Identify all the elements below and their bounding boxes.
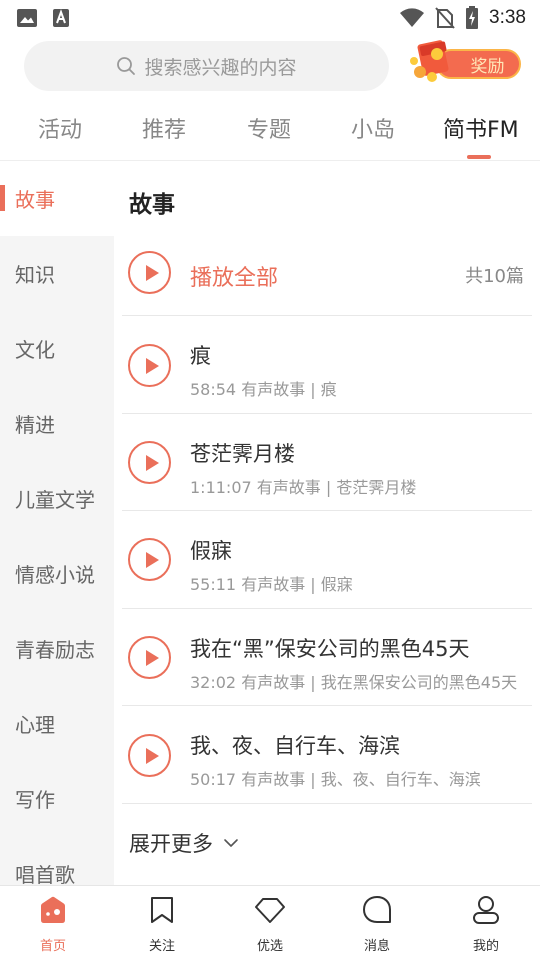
status-bar: 3:38 (0, 0, 540, 36)
expand-more-button[interactable]: 展开更多 (129, 828, 239, 858)
category-label: 唱首歌 (15, 863, 75, 885)
category-label: 儿童文学 (15, 488, 95, 512)
item-title: 假寐 (190, 539, 232, 563)
category-label: 知识 (15, 263, 55, 287)
nav-label: 首页 (39, 939, 66, 954)
category-item-romance-novel[interactable]: 情感小说 (0, 536, 114, 611)
category-item-children-literature[interactable]: 儿童文学 (0, 461, 114, 536)
nav-item-following[interactable]: 关注 (122, 886, 202, 960)
content-panel: 故事 播放全部 共10篇 痕 58:54 有声故事 | 痕 苍茫霁月楼 1:11… (114, 161, 540, 885)
home-icon (41, 896, 65, 923)
top-tabs: 活动 推荐 专题 小岛 简书FM (0, 104, 540, 160)
image-icon (17, 9, 37, 27)
play-all-icon[interactable] (128, 251, 171, 294)
search-icon (117, 57, 136, 75)
list-item[interactable]: 苍茫霁月楼 1:11:07 有声故事 | 苍茫霁月楼 (122, 414, 532, 511)
chevron-down-icon (224, 839, 238, 847)
chat-bubble-icon (363, 896, 391, 923)
play-all-count: 共10篇 (465, 266, 524, 287)
wifi-icon (400, 8, 425, 27)
expand-more-label: 展开更多 (129, 832, 213, 856)
category-item-psychology[interactable]: 心理 (0, 686, 114, 761)
nav-label: 优选 (256, 939, 283, 954)
tab-jianshu-fm[interactable]: 简书FM (443, 112, 519, 144)
category-label: 青春励志 (15, 638, 95, 662)
category-item-knowledge[interactable]: 知识 (0, 236, 114, 311)
reward-button[interactable]: 奖励 (406, 40, 521, 86)
list-item[interactable]: 我、夜、自行车、海滨 50:17 有声故事 | 我、夜、自行车、海滨 (122, 706, 532, 804)
list-item[interactable]: 痕 58:54 有声故事 | 痕 (122, 316, 532, 414)
item-title: 我、夜、自行车、海滨 (190, 734, 400, 758)
item-meta: 1:11:07 有声故事 | 苍茫霁月楼 (190, 478, 417, 497)
category-label: 心理 (15, 713, 55, 737)
nav-label: 消息 (363, 939, 390, 954)
category-item-youth-inspiration[interactable]: 青春励志 (0, 611, 114, 686)
nav-label: 我的 (472, 939, 499, 954)
diamond-icon (255, 898, 285, 923)
no-sim-icon (435, 7, 455, 29)
play-icon[interactable] (128, 344, 171, 387)
status-time: 3:38 (489, 7, 526, 28)
list-item[interactable]: 我在“黑”保安公司的黑色45天 32:02 有声故事 | 我在黑保安公司的黑色4… (122, 609, 532, 706)
tab-topics[interactable]: 专题 (247, 112, 291, 144)
list-item[interactable]: 假寐 55:11 有声故事 | 假寐 (122, 511, 532, 609)
category-item-improvement[interactable]: 精进 (0, 386, 114, 461)
bookmark-icon (151, 897, 173, 923)
search-placeholder: 搜索感兴趣的内容 (144, 56, 297, 79)
item-meta: 55:11 有声故事 | 假寐 (190, 575, 353, 594)
section-title: 故事 (129, 192, 175, 218)
nav-item-featured[interactable]: 优选 (230, 886, 310, 960)
item-title: 痕 (190, 344, 211, 368)
tab-indicator (467, 155, 491, 159)
battery-charging-icon (466, 6, 479, 29)
nav-item-home[interactable]: 首页 (13, 886, 93, 960)
tab-activity[interactable]: 活动 (38, 112, 82, 144)
nav-item-profile[interactable]: 我的 (446, 886, 526, 960)
category-item-story[interactable]: 故事 (0, 161, 114, 236)
category-active-marker (0, 185, 5, 211)
item-meta: 58:54 有声故事 | 痕 (190, 380, 337, 399)
profile-icon (473, 896, 499, 924)
play-icon[interactable] (128, 734, 171, 777)
item-meta: 32:02 有声故事 | 我在黑保安公司的黑色45天 (190, 673, 518, 692)
item-title: 苍茫霁月楼 (190, 442, 295, 466)
category-item-culture[interactable]: 文化 (0, 311, 114, 386)
nav-item-messages[interactable]: 消息 (337, 886, 417, 960)
category-sidebar: 故事 知识 文化 精进 儿童文学 情感小说 青春励志 心理 写作 唱首歌 (0, 161, 114, 885)
category-label: 精进 (15, 413, 55, 437)
play-all-label: 播放全部 (190, 266, 279, 291)
category-label: 故事 (15, 188, 55, 212)
category-item-sing-a-song[interactable]: 唱首歌 (0, 836, 114, 885)
category-label: 文化 (15, 338, 55, 362)
red-envelope-icon (410, 40, 449, 82)
search-input[interactable]: 搜索感兴趣的内容 (24, 41, 389, 91)
play-all-row[interactable]: 播放全部 共10篇 (122, 240, 532, 316)
bottom-nav: 首页 关注 优选 消息 我的 (0, 885, 540, 960)
tab-recommend[interactable]: 推荐 (142, 112, 186, 144)
play-icon[interactable] (128, 441, 171, 484)
accessibility-icon (53, 9, 69, 27)
item-title: 我在“黑”保安公司的黑色45天 (190, 637, 470, 661)
play-icon[interactable] (128, 636, 171, 679)
item-meta: 50:17 有声故事 | 我、夜、自行车、海滨 (190, 770, 481, 789)
play-icon[interactable] (128, 538, 171, 581)
nav-label: 关注 (148, 939, 175, 954)
tab-island[interactable]: 小岛 (351, 112, 395, 144)
category-item-writing[interactable]: 写作 (0, 761, 114, 836)
category-label: 写作 (15, 788, 55, 812)
category-label: 情感小说 (15, 563, 95, 587)
